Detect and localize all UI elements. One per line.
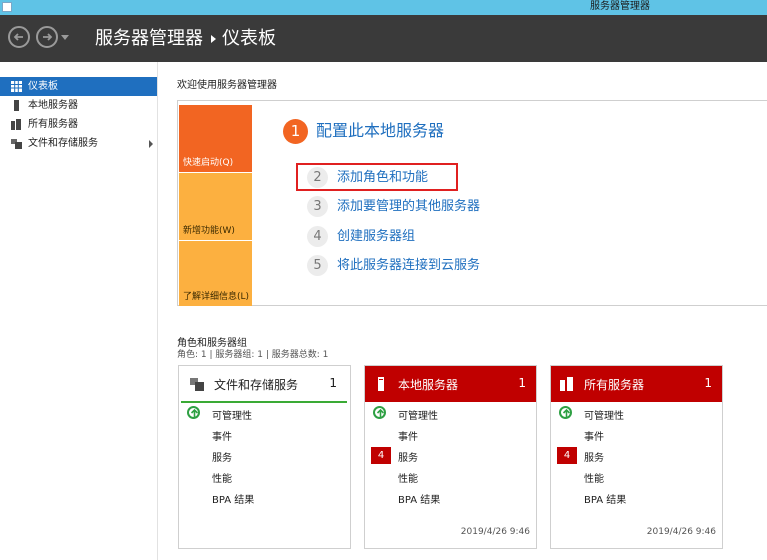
sidebar-item-dashboard[interactable]: 仪表板 (0, 77, 157, 96)
step-number-badge: 1 (283, 119, 308, 144)
card-row-events[interactable]: 事件 (584, 428, 604, 443)
card-row-manageability[interactable]: 可管理性 (212, 407, 252, 422)
card-row-bpa[interactable]: BPA 结果 (584, 491, 626, 506)
card-row-services[interactable]: 服务 (584, 449, 604, 464)
servers-icon (11, 119, 21, 130)
card-row-manageability[interactable]: 可管理性 (584, 407, 624, 422)
server-icon (14, 100, 19, 111)
check-up-icon (187, 406, 200, 419)
card-row-bpa[interactable]: BPA 结果 (212, 491, 254, 506)
card-header[interactable]: 本地服务器 1 (365, 366, 536, 402)
arrow-right-icon (43, 33, 53, 41)
card-row-events[interactable]: 事件 (398, 428, 418, 443)
app-icon (2, 2, 12, 12)
card-row-performance[interactable]: 性能 (584, 470, 604, 485)
learn-more-tile[interactable]: 了解详细信息(L) (179, 241, 252, 306)
welcome-title: 欢迎使用服务器管理器 (177, 80, 277, 91)
card-row-bpa[interactable]: BPA 结果 (398, 491, 440, 506)
sidebar-item-file-storage[interactable]: 文件和存储服务 (0, 134, 157, 153)
alert-count-badge: 4 (371, 447, 391, 464)
highlight-box (296, 163, 458, 191)
card-header[interactable]: 文件和存储服务 1 (181, 366, 347, 403)
card-count: 1 (518, 376, 526, 390)
card-title: 所有服务器 (584, 378, 645, 392)
card-row-events[interactable]: 事件 (212, 428, 232, 443)
card-timestamp: 2019/4/26 9:46 (460, 527, 530, 537)
header: 服务器管理器 仪表板 (0, 15, 767, 62)
role-card-local-server[interactable]: 本地服务器 1 可管理性 事件 4 服务 性能 BPA 结果 2019/4/26… (364, 365, 537, 549)
step-link[interactable]: 将此服务器连接到云服务 (337, 256, 480, 275)
card-row-manageability[interactable]: 可管理性 (398, 407, 438, 422)
quick-start-label: 快速启动(Q) (183, 158, 234, 168)
step-number-badge: 3 (307, 196, 328, 217)
storage-icon (11, 139, 22, 149)
quick-start-tile[interactable]: 快速启动(Q) (179, 105, 252, 172)
card-row-performance[interactable]: 性能 (398, 470, 418, 485)
step-link[interactable]: 配置此本地服务器 (316, 120, 444, 142)
card-timestamp: 2019/4/26 9:46 (646, 527, 716, 537)
sidebar-item-local-server[interactable]: 本地服务器 (0, 96, 157, 115)
window-title: 服务器管理器 (590, 1, 650, 12)
back-button[interactable] (8, 26, 30, 48)
sidebar-item-label: 本地服务器 (28, 100, 78, 111)
step-number-badge: 4 (307, 226, 328, 247)
whats-new-label: 新增功能(W) (183, 226, 235, 236)
breadcrumb-separator-icon (211, 35, 216, 43)
card-count: 1 (329, 376, 337, 390)
arrow-left-icon (13, 33, 23, 41)
step-link[interactable]: 创建服务器组 (337, 227, 415, 246)
check-up-icon (373, 406, 386, 419)
breadcrumb-page: 仪表板 (222, 28, 276, 49)
check-up-icon (559, 406, 572, 419)
card-row-services[interactable]: 服务 (212, 449, 232, 464)
card-row-services[interactable]: 服务 (398, 449, 418, 464)
step-number-badge: 5 (307, 255, 328, 276)
sidebar-item-label: 文件和存储服务 (28, 138, 98, 149)
sidebar-item-label: 所有服务器 (28, 119, 78, 130)
role-card-all-servers[interactable]: 所有服务器 1 可管理性 事件 4 服务 性能 BPA 结果 2019/4/26… (550, 365, 723, 549)
history-dropdown-icon[interactable] (61, 35, 69, 40)
storage-icon (190, 378, 204, 391)
sidebar-item-all-servers[interactable]: 所有服务器 (0, 115, 157, 134)
card-title: 文件和存储服务 (214, 378, 299, 392)
sidebar-item-label: 仪表板 (28, 81, 58, 92)
role-card-file-storage[interactable]: 文件和存储服务 1 可管理性 事件 服务 性能 BPA 结果 (178, 365, 351, 549)
card-title: 本地服务器 (398, 378, 459, 392)
breadcrumb: 服务器管理器 仪表板 (95, 27, 276, 51)
card-row-performance[interactable]: 性能 (212, 470, 232, 485)
alert-count-badge: 4 (557, 447, 577, 464)
expand-arrow-icon[interactable] (149, 140, 153, 148)
sidebar: 仪表板 本地服务器 所有服务器 文件和存储服务 (0, 62, 158, 560)
title-bar: 服务器管理器 (0, 0, 767, 15)
roles-summary: 角色: 1 | 服务器组: 1 | 服务器总数: 1 (177, 350, 329, 360)
dashboard-icon (11, 81, 22, 92)
card-header[interactable]: 所有服务器 1 (551, 366, 722, 402)
card-count: 1 (704, 376, 712, 390)
whats-new-tile[interactable]: 新增功能(W) (179, 173, 252, 240)
step-link[interactable]: 添加要管理的其他服务器 (337, 197, 480, 216)
servers-icon (560, 377, 573, 391)
learn-more-label: 了解详细信息(L) (183, 292, 250, 302)
server-icon (378, 377, 384, 391)
forward-button[interactable] (36, 26, 58, 48)
breadcrumb-app[interactable]: 服务器管理器 (95, 28, 203, 49)
